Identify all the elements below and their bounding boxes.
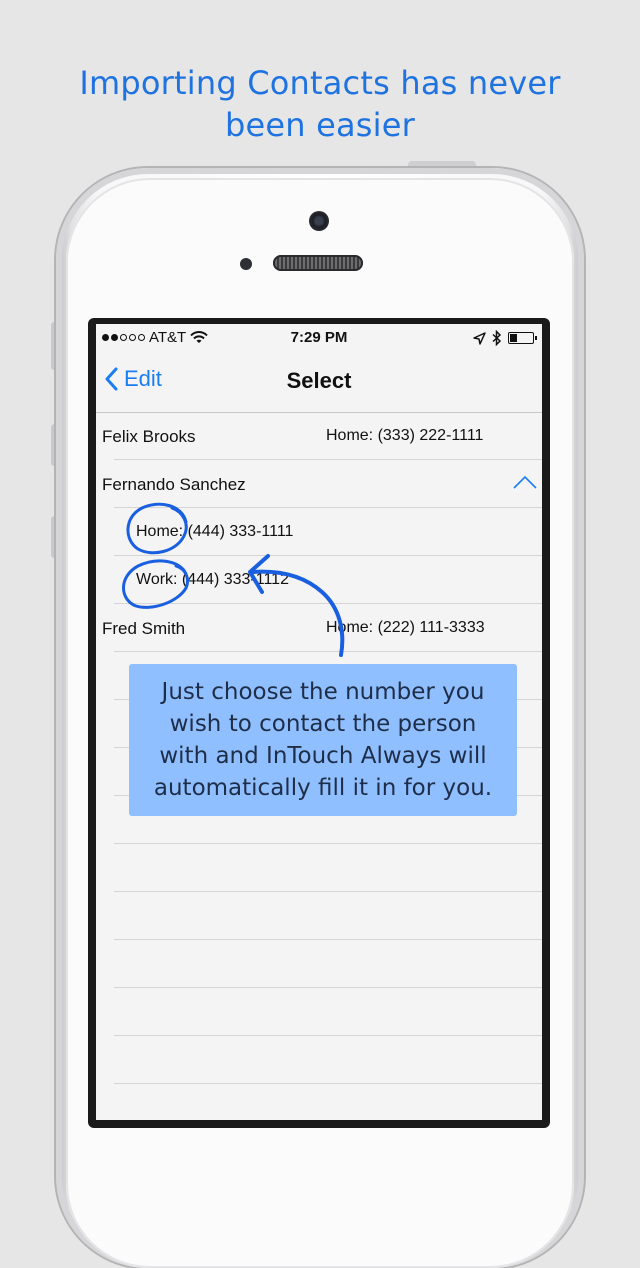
callout-line: with and InTouch Always will <box>159 743 487 769</box>
phone-option-home[interactable]: Home: (444) 333-1111 <box>96 508 542 556</box>
contact-phone: Home: (222) 111-3333 <box>326 619 485 636</box>
contact-row-expanded[interactable]: Fernando Sanchez <box>96 460 542 508</box>
empty-row <box>96 940 542 988</box>
phone-option-label: Work: (444) 333-1112 <box>136 571 289 588</box>
contact-row[interactable]: Felix Brooks Home: (333) 222-1111 <box>96 412 542 460</box>
callout-line: automatically fill it in for you. <box>153 775 493 801</box>
headline-line-2: been easier <box>224 106 416 144</box>
callout-line: Just choose the number you <box>161 679 485 705</box>
contact-name: Fred Smith <box>102 619 186 638</box>
chevron-up-icon[interactable] <box>512 474 538 490</box>
bluetooth-icon <box>492 330 502 346</box>
empty-row <box>96 1036 542 1084</box>
contact-name: Felix Brooks <box>102 427 196 446</box>
phone-option-work[interactable]: Work: (444) 333-1112 <box>96 556 542 604</box>
battery-icon <box>508 332 537 344</box>
battery-fill <box>510 334 518 342</box>
phone-option-label: Home: (444) 333-1111 <box>136 523 294 540</box>
front-camera <box>309 211 329 231</box>
headline: Importing Contacts has never been easier <box>0 62 640 146</box>
status-bar: AT&T 7:29 PM <box>96 324 542 352</box>
contact-row[interactable]: Fred Smith Home: (222) 111-3333 <box>96 604 542 652</box>
earpiece-speaker <box>273 255 363 271</box>
empty-row <box>96 844 542 892</box>
proximity-sensor <box>240 258 252 270</box>
empty-row <box>96 988 542 1036</box>
contact-phone: Home: (333) 222-1111 <box>326 427 484 444</box>
location-arrow-icon <box>473 331 486 345</box>
row-separator <box>114 1083 542 1084</box>
callout-box: Just choose the number you wish to conta… <box>129 664 517 816</box>
headline-line-1: Importing Contacts has never <box>79 64 561 102</box>
callout-line: wish to contact the person <box>169 711 477 737</box>
empty-row <box>96 892 542 940</box>
nav-title: Select <box>286 368 352 393</box>
navigation-bar: Edit Select <box>96 352 542 413</box>
contact-name: Fernando Sanchez <box>102 475 246 494</box>
